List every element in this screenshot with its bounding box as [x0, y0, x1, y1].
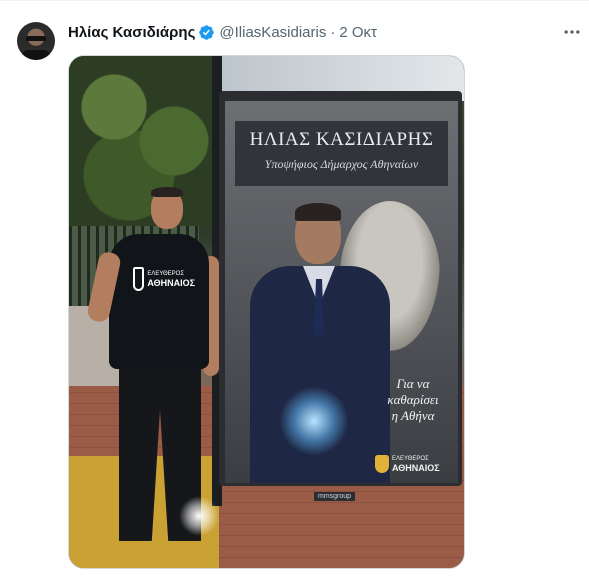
slogan-line-1: Για να	[396, 376, 430, 391]
tweet-timestamp[interactable]: 2 Οκτ	[339, 24, 377, 41]
timeline-divider	[0, 0, 589, 1]
poster-title: ΗΛΙΑΣ ΚΑΣΙΔΙΑΡΗΣ	[249, 129, 434, 150]
author-handle[interactable]: @IliasKasidiaris	[219, 24, 326, 41]
avatar-sunglasses	[26, 36, 46, 41]
photo-trees	[69, 56, 219, 226]
author-avatar[interactable]	[17, 22, 55, 60]
header-separator: ·	[330, 23, 336, 41]
poster-party-logo: ΕΛΕΥΘΕΡΟΣ ΑΘΗΝΑΙΟΣ	[375, 453, 455, 475]
poster-logo-small-text: ΕΛΕΥΘΕΡΟΣ	[392, 455, 429, 462]
tshirt-logo: ΕΛΕΥΘΕΡΟΣ ΑΘΗΝΑΙΟΣ	[133, 266, 195, 292]
lens-flare-small	[179, 496, 219, 536]
kiosk-brand-label: mmsgroup	[314, 492, 356, 501]
poster-slogan: Για να καθαρίσει η Αθήνα	[373, 376, 453, 424]
more-options-icon[interactable]	[562, 22, 582, 42]
author-name[interactable]: Ηλίας Κασιδιάρης	[68, 24, 195, 41]
slogan-line-2: καθαρίσει	[387, 392, 439, 407]
shirt-shield-icon	[133, 267, 145, 291]
poster-logo-big-text: ΑΘΗΝΑΙΟΣ	[392, 462, 440, 473]
shirt-logo-small-text: ΕΛΕΥΘΕΡΟΣ	[147, 270, 185, 277]
poster-subtitle: Υποψήφιος Δήμαρχος Αθηναίων	[264, 157, 419, 171]
avatar-shirt	[21, 50, 51, 60]
shield-icon	[375, 455, 389, 473]
man-hair	[151, 187, 183, 197]
tweet-photo[interactable]: ΗΛΙΑΣ ΚΑΣΙΔΙΑΡΗΣ Υποψήφιος Δήμαρχος Αθην…	[68, 55, 465, 569]
slogan-line-3: η Αθήνα	[391, 408, 435, 423]
poster-candidate-hair	[295, 203, 341, 221]
man-tshirt	[109, 234, 209, 369]
shirt-logo-big-text: ΑΘΗΝΑΙΟΣ	[147, 277, 195, 288]
tweet-header: Ηλίας Κασιδιάρης @IliasKasidiaris · 2 Οκ…	[68, 22, 377, 42]
verified-badge-icon	[199, 24, 215, 40]
lens-flare	[279, 386, 349, 456]
